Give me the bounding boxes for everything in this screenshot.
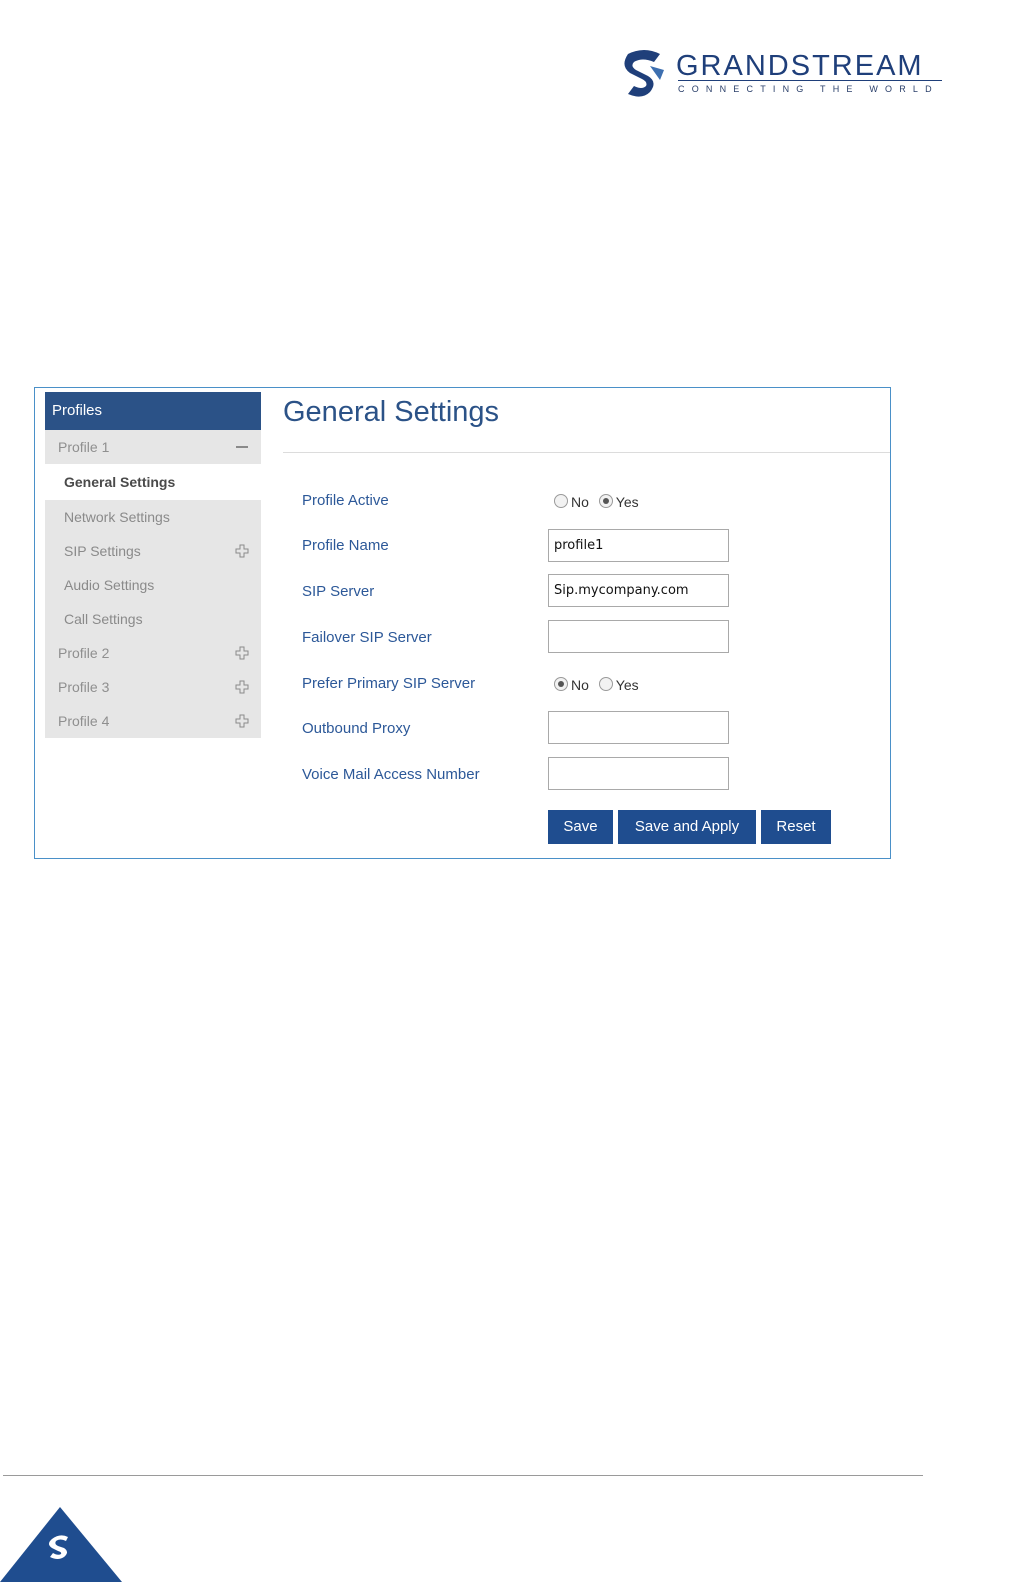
outbound-proxy-input[interactable] [548, 711, 729, 744]
expand-plus-icon[interactable] [235, 636, 249, 670]
sidebar-title: Profiles [45, 392, 261, 430]
sidebar-item-label: Profile 2 [58, 645, 110, 661]
sidebar-item-general-settings[interactable]: General Settings [45, 464, 261, 500]
profiles-sidebar: Profiles Profile 1 General Settings Netw… [45, 392, 261, 738]
expand-plus-icon[interactable] [235, 704, 249, 738]
sidebar-item-audio-settings[interactable]: Audio Settings [45, 568, 261, 602]
failover-sip-server-input[interactable] [548, 620, 729, 653]
brand-rule [678, 80, 942, 81]
title-divider [283, 452, 890, 453]
radio-option-label: Yes [615, 677, 639, 693]
sidebar-item-profile-1[interactable]: Profile 1 [45, 430, 261, 464]
prefer-primary-no-radio[interactable] [554, 677, 568, 691]
grandstream-logo: GRANDSTREAM CONNECTING THE WORLD [620, 48, 950, 100]
expand-plus-icon[interactable] [235, 534, 249, 568]
prefer-primary-radio-group: No Yes [548, 675, 639, 695]
radio-option-label: Yes [615, 494, 639, 510]
prefer-primary-yes-radio[interactable] [598, 677, 613, 691]
sidebar-item-label: SIP Settings [64, 543, 141, 559]
sidebar-item-label: General Settings [64, 474, 176, 490]
sidebar-item-sip-settings[interactable]: SIP Settings [45, 534, 261, 568]
sidebar-item-profile-3[interactable]: Profile 3 [45, 670, 261, 704]
sidebar-item-label: Profile 4 [58, 713, 110, 729]
profile-name-label: Profile Name [302, 537, 389, 554]
failover-sip-server-label: Failover SIP Server [302, 629, 432, 646]
collapse-minus-icon[interactable] [235, 430, 249, 464]
grandstream-emblem-icon [624, 50, 664, 97]
profile-active-radio-group: No Yes [548, 492, 639, 512]
sip-server-label: SIP Server [302, 583, 375, 600]
outbound-proxy-label: Outbound Proxy [302, 720, 411, 737]
sidebar-item-profile-4[interactable]: Profile 4 [45, 704, 261, 738]
profile-active-yes-radio[interactable] [598, 494, 613, 508]
expand-plus-icon[interactable] [235, 670, 249, 704]
radio-option-label: No [571, 677, 589, 693]
sidebar-item-label: Profile 3 [58, 679, 110, 695]
profile-active-no-radio[interactable] [554, 494, 568, 508]
brand-tagline: CONNECTING THE WORLD [678, 84, 939, 94]
footer-divider [3, 1475, 923, 1476]
sip-server-input[interactable]: Sip.mycompany.com [548, 574, 729, 607]
sidebar-item-call-settings[interactable]: Call Settings [45, 602, 261, 636]
sidebar-item-label: Network Settings [64, 509, 170, 525]
sidebar-item-profile-2[interactable]: Profile 2 [45, 636, 261, 670]
settings-panel: Profiles Profile 1 General Settings Netw… [34, 387, 891, 859]
profile-name-input[interactable]: profile1 [548, 529, 729, 562]
profile-active-label: Profile Active [302, 492, 389, 509]
footer-emblem-icon [0, 1505, 124, 1582]
settings-main: General Settings Profile Active No Yes P… [283, 388, 890, 858]
radio-option-label: No [571, 494, 589, 510]
sidebar-item-label: Audio Settings [64, 577, 155, 593]
prefer-primary-sip-server-label: Prefer Primary SIP Server [302, 675, 476, 692]
sidebar-item-network-settings[interactable]: Network Settings [45, 500, 261, 534]
save-and-apply-button[interactable]: Save and Apply [618, 810, 756, 844]
save-button[interactable]: Save [548, 810, 613, 844]
voice-mail-access-number-input[interactable] [548, 757, 729, 790]
voice-mail-access-number-label: Voice Mail Access Number [302, 766, 480, 783]
sidebar-item-label: Call Settings [64, 611, 143, 627]
brand-wordmark: GRANDSTREAM [676, 50, 924, 82]
page-title: General Settings [283, 396, 500, 428]
sidebar-item-label: Profile 1 [58, 439, 110, 455]
reset-button[interactable]: Reset [761, 810, 831, 844]
